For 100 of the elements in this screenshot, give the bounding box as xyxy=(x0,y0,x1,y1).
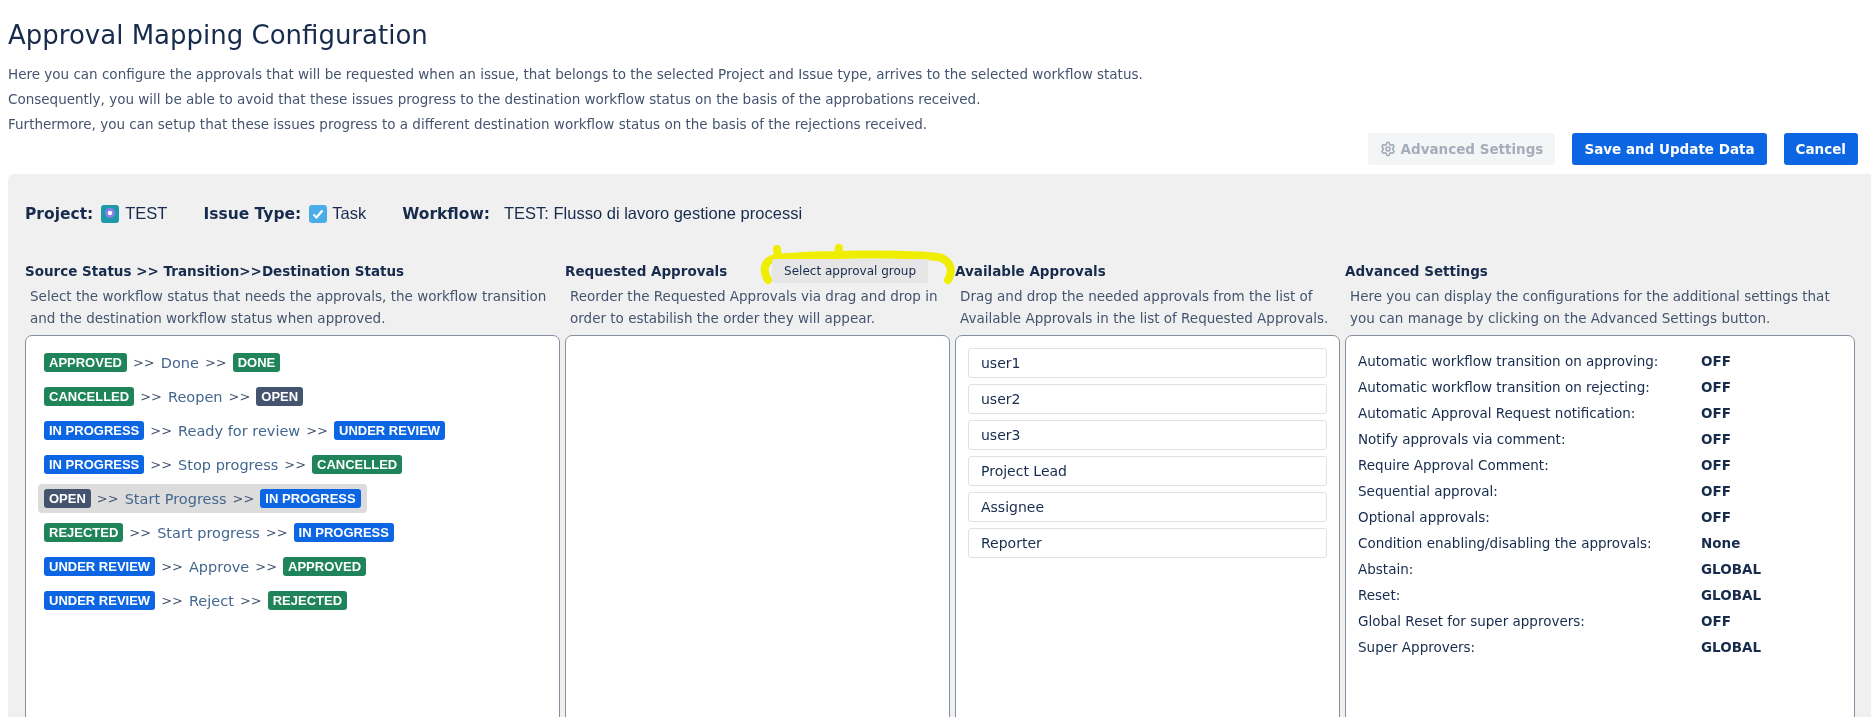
workflow-name: TEST: Flusso di lavoro gestione processi xyxy=(504,204,803,223)
description-text: Furthermore, you can setup that these issues progress to a different destination workflow status on the basis of the rejections received. xyxy=(8,115,929,134)
status-lozenge: UNDER REVIEW xyxy=(334,421,446,440)
transition-row[interactable]: UNDER REVIEW >> Approve >> APPROVED xyxy=(38,552,373,581)
status-lozenge: OPEN xyxy=(256,387,304,406)
setting-label: Condition enabling/disabling the approvals: xyxy=(1358,535,1653,551)
approval-item[interactable]: user3 xyxy=(968,420,1327,450)
separator-text: >> xyxy=(284,457,307,472)
transition-row[interactable]: IN PROGRESS >> Ready for review >> UNDER REVIEW xyxy=(38,416,452,445)
action-button[interactable]: Save and Update Data xyxy=(1572,133,1767,165)
separator-text: >> xyxy=(161,593,183,608)
transition-row[interactable]: CANCELLED >> Reopen >> OPEN xyxy=(38,382,310,411)
column-heading: Available Approvals xyxy=(955,263,1106,279)
description-text: Consequently, you will be able to avoid that these issues progress to the destination workflow status on the basis of the approbations received. xyxy=(8,90,982,109)
separator-text: >> xyxy=(150,457,173,472)
separator-text: >> xyxy=(239,593,262,608)
status-lozenge: REJECTED xyxy=(267,591,348,610)
status-lozenge: CANCELLED xyxy=(44,387,135,406)
help-text: Select the workflow status that needs the approvals, the workflow transition and the destination workflow status when approved. xyxy=(29,287,548,328)
transition-name: Approve xyxy=(188,558,250,575)
transition-name: Ready for review xyxy=(178,422,301,439)
transition-row[interactable]: REJECTED >> Start progress >> IN PROGRESS xyxy=(38,518,400,547)
transition-name: Reject xyxy=(188,592,234,609)
setting-label: Automatic workflow transition on approving: xyxy=(1358,353,1660,369)
separator-text: >> xyxy=(161,559,183,574)
setting-label: Reset: xyxy=(1358,587,1402,603)
status-lozenge: UNDER REVIEW xyxy=(44,591,156,610)
setting-label: Global Reset for super approvers: xyxy=(1358,613,1586,629)
transition-row[interactable]: OPEN >> Start Progress >> IN PROGRESS xyxy=(38,484,367,513)
help-text: Reorder the Requested Approvals via drag and drop in order to estabilish the order they will appear. xyxy=(569,287,939,328)
setting-label: Automatic Approval Request notification: xyxy=(1358,405,1637,421)
separator-text: >> xyxy=(255,559,278,574)
project-name: TEST xyxy=(125,204,168,223)
status-lozenge: UNDER REVIEW xyxy=(44,557,156,576)
action-button[interactable]: Cancel xyxy=(1783,133,1858,165)
field-label: Issue Type: xyxy=(203,204,302,223)
setting-value: OFF xyxy=(1701,379,1732,395)
separator-text: >> xyxy=(306,423,328,438)
setting-label: Notify approvals via comment: xyxy=(1358,431,1567,447)
separator-text: >> xyxy=(129,525,152,540)
transition-name: Start progress xyxy=(157,524,260,541)
setting-label: Super Approvers: xyxy=(1358,639,1477,655)
transition-row[interactable]: IN PROGRESS >> Stop progress >> CANCELLED xyxy=(38,450,409,479)
task-checkbox-icon xyxy=(309,204,328,223)
setting-value: OFF xyxy=(1701,405,1732,421)
column-heading: Advanced Settings xyxy=(1345,263,1488,279)
page-title: Approval Mapping Configuration xyxy=(8,20,429,50)
column-heading: Requested Approvals xyxy=(565,263,728,279)
project-avatar-icon xyxy=(101,204,120,223)
description-text: Here you can configure the approvals that will be requested when an issue, that belongs to the selected Project and Issue type, arrives to the selected workflow status. xyxy=(8,65,1144,84)
setting-label: Optional approvals: xyxy=(1358,509,1491,525)
separator-text: >> xyxy=(204,355,227,370)
status-lozenge: OPEN xyxy=(44,489,91,508)
status-lozenge: DONE xyxy=(232,353,281,372)
status-lozenge: IN PROGRESS xyxy=(44,455,145,474)
issue-type-name: Task xyxy=(332,204,367,223)
transition-row[interactable]: UNDER REVIEW >> Reject >> REJECTED xyxy=(38,586,354,615)
settings-icon xyxy=(1379,141,1396,157)
separator-text: >> xyxy=(132,355,155,370)
status-lozenge: IN PROGRESS xyxy=(260,489,361,508)
setting-label: Sequential approval: xyxy=(1358,483,1499,499)
setting-value: OFF xyxy=(1701,431,1732,447)
approval-item[interactable]: Assignee xyxy=(968,492,1327,522)
setting-label: Require Approval Comment: xyxy=(1358,457,1550,473)
field-label: Project: xyxy=(25,204,94,223)
transition-name: Start Progress xyxy=(124,490,227,507)
setting-value: None xyxy=(1701,535,1742,551)
transition-row[interactable]: APPROVED >> Done >> DONE xyxy=(38,348,287,377)
separator-text: >> xyxy=(265,525,288,540)
status-lozenge: IN PROGRESS xyxy=(44,421,145,440)
separator-text: >> xyxy=(228,389,251,404)
status-lozenge: CANCELLED xyxy=(312,455,403,474)
setting-value: OFF xyxy=(1701,613,1732,629)
status-lozenge: IN PROGRESS xyxy=(293,523,394,542)
separator-text: >> xyxy=(232,491,255,506)
setting-value: OFF xyxy=(1701,483,1732,499)
transition-name: Done xyxy=(160,354,199,371)
column-heading: Source Status >> Transition>>Destination Status xyxy=(25,263,405,279)
status-lozenge: APPROVED xyxy=(283,557,367,576)
transition-name: Reopen xyxy=(167,388,223,405)
approval-item[interactable]: user1 xyxy=(968,348,1327,378)
help-text: Here you can display the configurations for the additional settings that you can manage by clicking on the Advanced Settings button. xyxy=(1349,287,1831,328)
setting-value: OFF xyxy=(1701,353,1732,369)
select-group-button[interactable]: Select approval group xyxy=(772,259,928,283)
setting-value: GLOBAL xyxy=(1701,561,1763,577)
setting-value: GLOBAL xyxy=(1701,587,1763,603)
setting-value: GLOBAL xyxy=(1701,639,1763,655)
setting-value: OFF xyxy=(1701,509,1732,525)
setting-value: OFF xyxy=(1701,457,1732,473)
approval-item[interactable]: Project Lead xyxy=(968,456,1327,486)
approval-item[interactable]: Reporter xyxy=(968,528,1327,558)
separator-text: >> xyxy=(96,491,119,506)
approval-item[interactable]: user2 xyxy=(968,384,1327,414)
help-text: Drag and drop the needed approvals from the list of Available Approvals in the list of Requested Approvals. xyxy=(959,287,1330,328)
setting-label: Abstain: xyxy=(1358,561,1415,577)
status-lozenge: APPROVED xyxy=(44,353,127,372)
field-label: Workflow: xyxy=(402,204,490,223)
setting-label: Automatic workflow transition on rejecting: xyxy=(1358,379,1651,395)
separator-text: >> xyxy=(150,423,173,438)
status-lozenge: REJECTED xyxy=(44,523,124,542)
